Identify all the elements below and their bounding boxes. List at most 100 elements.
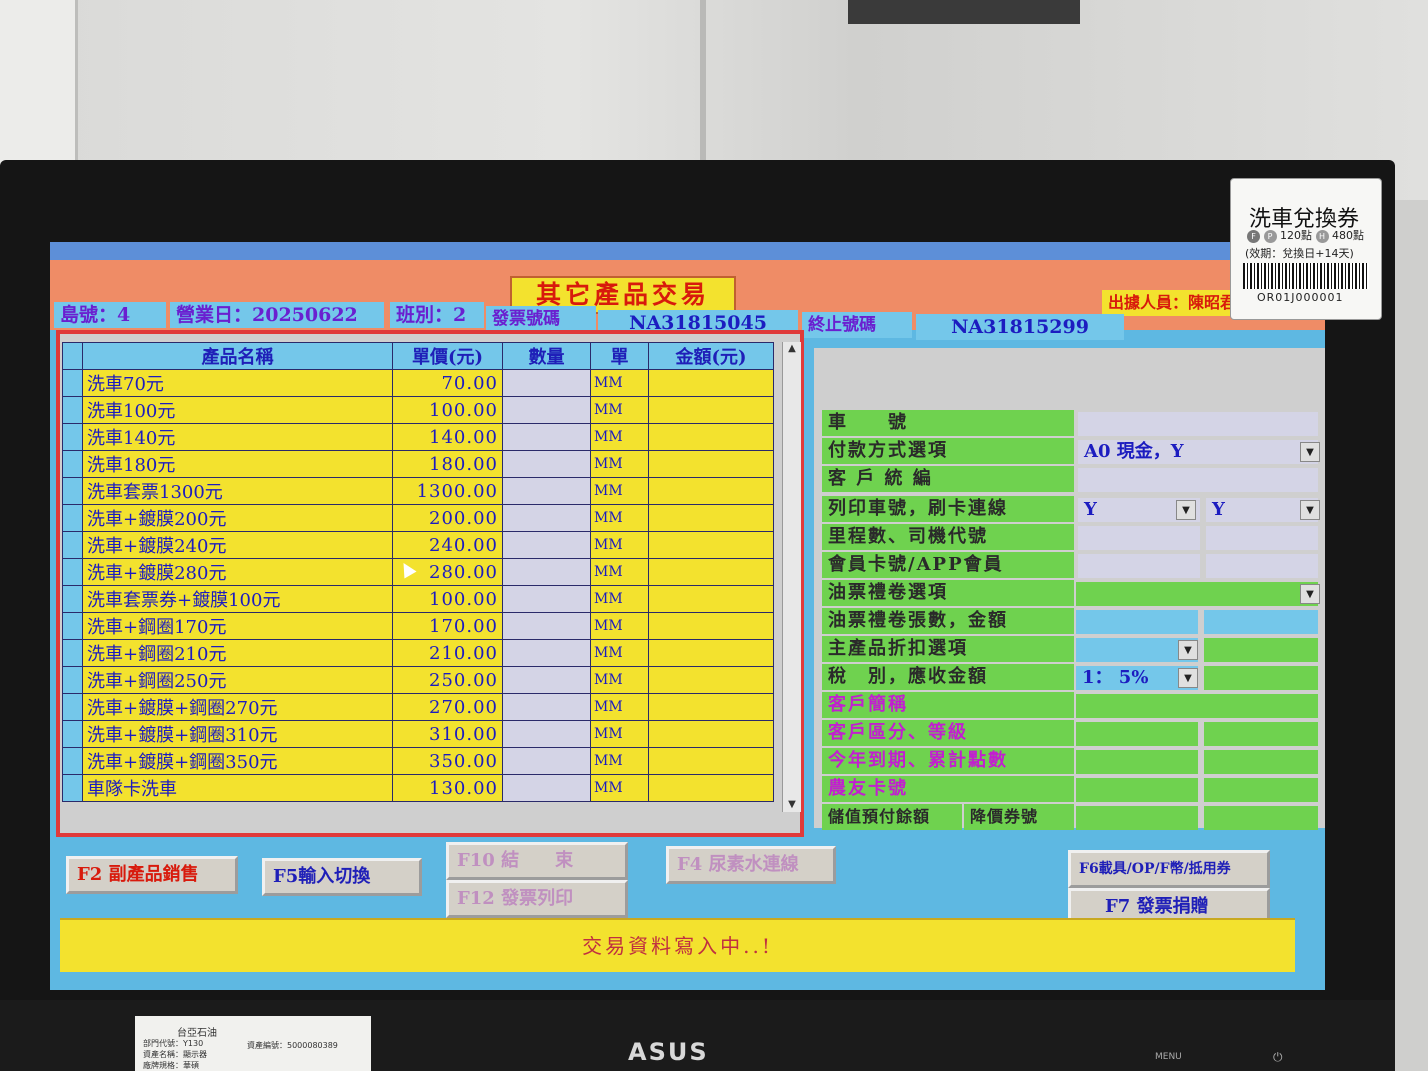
product-price-cell: 210.00	[392, 639, 503, 667]
quantity-input[interactable]	[502, 504, 591, 532]
unit-cell: MM	[590, 558, 649, 586]
table-row[interactable]: 洗車180元 180.00 MM	[62, 450, 774, 478]
app-member-input[interactable]	[1206, 554, 1318, 578]
fuel-coupon-dropdown-icon[interactable]: ▼	[1300, 584, 1320, 604]
unit-cell: MM	[590, 396, 649, 424]
quantity-input[interactable]	[502, 666, 591, 694]
menu-button-label[interactable]: MENU	[1155, 1052, 1182, 1062]
print-car-dropdown-icon[interactable]: ▼	[1176, 500, 1196, 520]
product-name-cell: 洗車套票1300元	[82, 477, 393, 505]
end-no-label: 終止號碼	[802, 312, 912, 338]
row-selector[interactable]	[62, 774, 83, 802]
table-row[interactable]: 車隊卡洗車 130.00 MM	[62, 774, 774, 802]
row-selector[interactable]	[62, 369, 83, 397]
f5-button[interactable]: F5輸入切換	[262, 858, 422, 896]
table-row[interactable]: 洗車套票券+鍍膜100元 100.00 MM	[62, 585, 774, 613]
quantity-input[interactable]	[502, 477, 591, 505]
quantity-input[interactable]	[502, 396, 591, 424]
quantity-input[interactable]	[502, 585, 591, 613]
scroll-up-icon[interactable]: ▲	[785, 342, 799, 356]
quantity-input[interactable]	[502, 612, 591, 640]
table-row[interactable]: 洗車140元 140.00 MM	[62, 423, 774, 451]
fuel-coupon-count-input[interactable]	[1076, 610, 1198, 634]
power-icon[interactable]: ⏻	[1273, 1050, 1283, 1065]
invoice-no-label: 發票號碼	[486, 306, 596, 332]
quantity-input[interactable]	[502, 531, 591, 559]
table-row[interactable]: 洗車+鋼圈250元 250.00 MM	[62, 666, 774, 694]
f6-button[interactable]: F6載具/OP/F幣/抵用券	[1068, 850, 1270, 888]
product-price-cell: 240.00	[392, 531, 503, 559]
unit-cell: MM	[590, 369, 649, 397]
asset-company: 台亞石油	[177, 1028, 217, 1039]
price-coupon-label: 降價券號	[964, 804, 1074, 830]
product-price-cell: 350.00	[392, 747, 503, 775]
payment-dropdown-icon[interactable]: ▼	[1300, 442, 1320, 462]
row-selector[interactable]	[62, 612, 83, 640]
tax-dropdown-icon[interactable]: ▼	[1178, 668, 1198, 688]
table-row[interactable]: 洗車+鋼圈170元 170.00 MM	[62, 612, 774, 640]
table-row[interactable]: 洗車+鍍膜+鋼圈270元 270.00 MM	[62, 693, 774, 721]
mileage-input[interactable]	[1078, 526, 1200, 550]
table-row[interactable]: 洗車+鋼圈210元 210.00 MM	[62, 639, 774, 667]
table-row[interactable]: 洗車+鍍膜200元 200.00 MM	[62, 504, 774, 532]
row-selector[interactable]	[62, 396, 83, 424]
table-scrollbar[interactable]: ▲ ▼	[782, 342, 801, 812]
product-price-cell: 270.00	[392, 693, 503, 721]
quantity-input[interactable]	[502, 747, 591, 775]
row-selector[interactable]	[62, 747, 83, 775]
row-selector[interactable]	[62, 585, 83, 613]
table-row[interactable]: 洗車70元 70.00 MM	[62, 369, 774, 397]
row-selector[interactable]	[62, 423, 83, 451]
asset-model: 廠牌規格：華碩	[143, 1061, 199, 1070]
row-selector[interactable]	[62, 639, 83, 667]
row-selector[interactable]	[62, 720, 83, 748]
row-selector[interactable]	[62, 450, 83, 478]
customer-id-input[interactable]	[1078, 468, 1318, 492]
row-selector[interactable]	[62, 666, 83, 694]
quantity-input[interactable]	[502, 423, 591, 451]
column-header-amount: 金額(元)	[648, 342, 774, 370]
barcode-icon	[1243, 263, 1369, 289]
car-no-input[interactable]	[1078, 412, 1318, 436]
quantity-input[interactable]	[502, 720, 591, 748]
row-selector[interactable]	[62, 531, 83, 559]
quantity-input[interactable]	[502, 369, 591, 397]
asset-name: 資產名稱：顯示器	[143, 1050, 207, 1059]
quantity-input[interactable]	[502, 774, 591, 802]
amount-cell	[648, 396, 774, 424]
amount-cell	[648, 531, 774, 559]
table-row[interactable]: 洗車+鍍膜+鋼圈310元 310.00 MM	[62, 720, 774, 748]
farmer-card-extra	[1204, 778, 1318, 802]
f4-button[interactable]: F4 尿素水連線	[666, 846, 836, 884]
f10-button[interactable]: F10 結 束	[446, 842, 628, 880]
row-selector[interactable]	[62, 504, 83, 532]
scroll-down-icon[interactable]: ▼	[785, 798, 799, 812]
table-row[interactable]: 洗車套票1300元 1300.00 MM	[62, 477, 774, 505]
table-row[interactable]: 洗車+鍍膜+鋼圈350元 350.00 MM	[62, 747, 774, 775]
unit-cell: MM	[590, 504, 649, 532]
quantity-input[interactable]	[502, 693, 591, 721]
f2-button[interactable]: F2 副產品銷售	[66, 856, 238, 894]
product-name-cell: 洗車100元	[82, 396, 393, 424]
table-row[interactable]: 洗車+鍍膜240元 240.00 MM	[62, 531, 774, 559]
fuel-coupon-amount-input[interactable]	[1204, 610, 1318, 634]
quantity-input[interactable]	[502, 450, 591, 478]
table-row[interactable]: 洗車100元 100.00 MM	[62, 396, 774, 424]
member-card-input[interactable]	[1078, 554, 1200, 578]
fuel-coupon-select[interactable]	[1076, 582, 1318, 606]
payment-select[interactable]: A0 現金，Y	[1078, 440, 1318, 464]
quantity-input[interactable]	[502, 639, 591, 667]
quantity-input[interactable]	[502, 558, 591, 586]
car-no-label: 車 號	[822, 410, 1074, 436]
discount-dropdown-icon[interactable]: ▼	[1178, 640, 1198, 660]
f12-button[interactable]: F12 發票列印	[446, 880, 628, 918]
row-selector[interactable]	[62, 558, 83, 586]
card-link-dropdown-icon[interactable]: ▼	[1300, 500, 1320, 520]
product-name-cell: 洗車+鍍膜280元	[82, 558, 393, 586]
row-selector[interactable]	[62, 693, 83, 721]
table-row[interactable]: 洗車+鍍膜280元 280.00 MM	[62, 558, 774, 586]
unit-cell: MM	[590, 450, 649, 478]
mileage-label: 里程數、司機代號	[822, 524, 1074, 550]
row-selector[interactable]	[62, 477, 83, 505]
driver-code-input[interactable]	[1206, 526, 1318, 550]
